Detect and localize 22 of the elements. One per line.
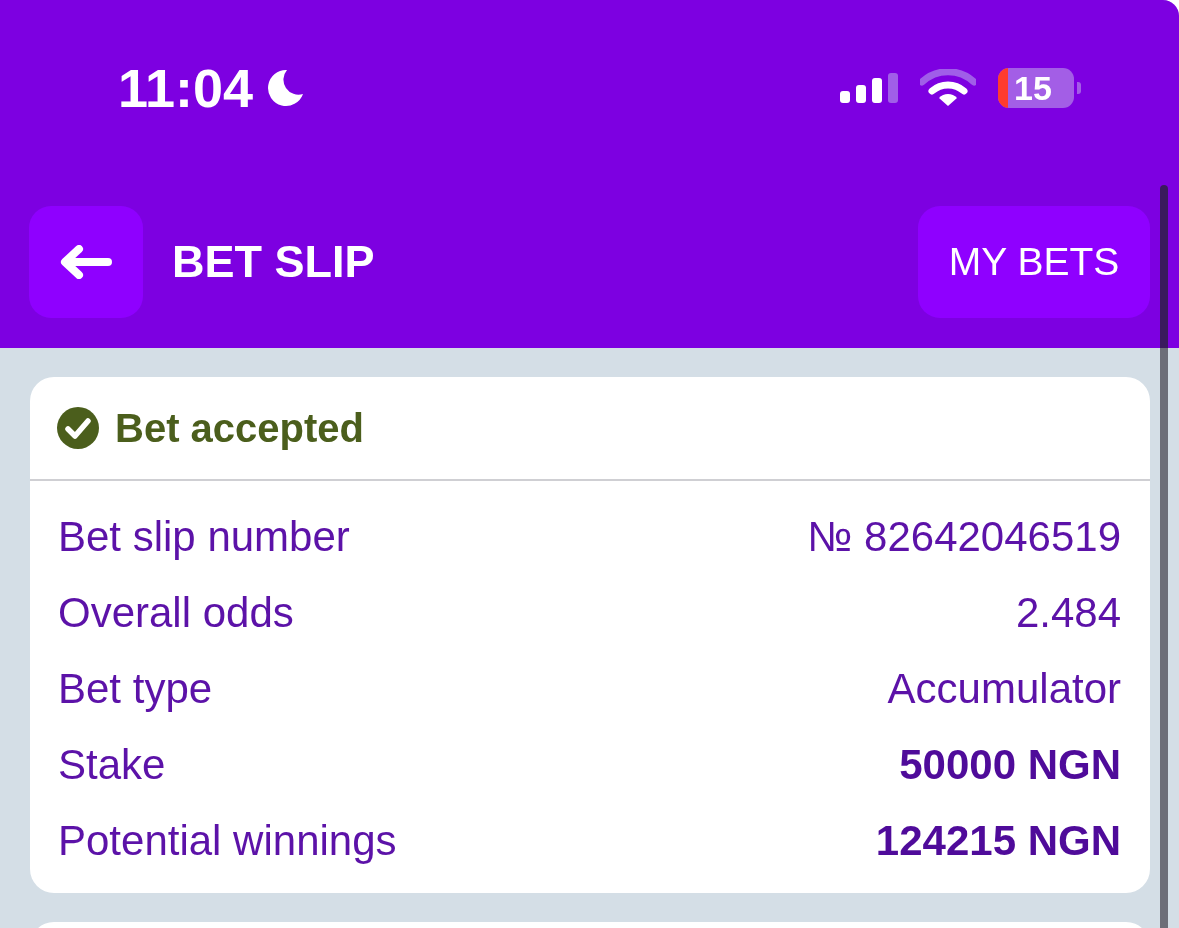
status-time: 11:04 (118, 61, 254, 115)
row-label: Overall odds (58, 588, 294, 638)
my-bets-button[interactable]: MY BETS (918, 206, 1150, 318)
row-label: Bet type (58, 664, 213, 714)
row-value: 2.484 (1015, 588, 1121, 638)
battery-percent: 15 (1014, 71, 1052, 105)
check-circle-icon (57, 407, 99, 449)
row-value: 124215 NGN (875, 816, 1121, 866)
page-title: BET SLIP (172, 236, 375, 288)
row-label: Stake (58, 740, 166, 790)
row-value: № 82642046519 (807, 512, 1121, 562)
row-label: Bet slip number (58, 512, 350, 562)
signal-icon (840, 73, 898, 103)
bet-status: Bet accepted (115, 405, 364, 451)
back-button[interactable] (29, 206, 143, 318)
battery-icon (998, 68, 1081, 108)
row-label: Potential winnings (58, 816, 397, 866)
back-arrow-icon (60, 245, 112, 279)
moon-icon (265, 68, 306, 108)
row-value: 50000 NGN (899, 740, 1121, 790)
wifi-icon (920, 69, 976, 107)
row-value: Accumulator (887, 664, 1121, 714)
